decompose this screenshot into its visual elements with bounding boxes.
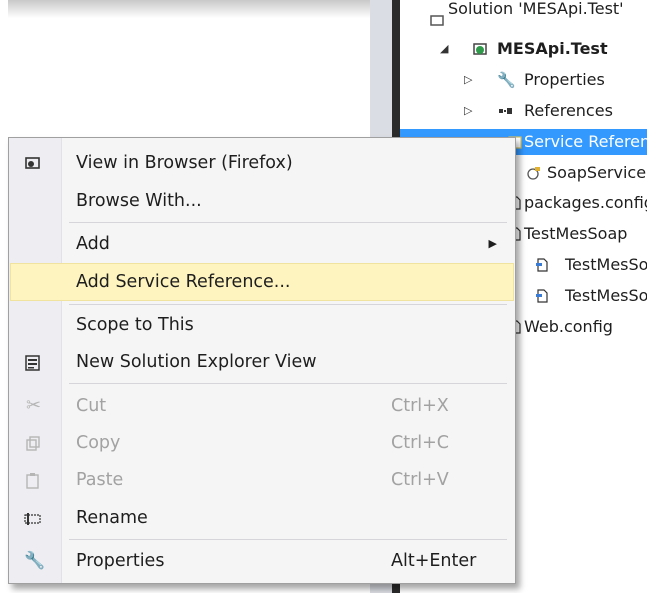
submenu-arrow-icon: ▶: [488, 237, 497, 250]
menu-item-scope-to-this[interactable]: Scope to This: [11, 307, 513, 343]
menu-item-shortcut: Alt+Enter: [391, 551, 477, 571]
menu-item-label: Scope to This: [76, 315, 194, 335]
wrench-icon: 🔧: [497, 71, 516, 89]
menu-item-label: Copy: [76, 433, 121, 453]
soap-service-icon: [527, 167, 540, 180]
tree-item-references[interactable]: ▷ References: [400, 98, 647, 124]
menu-item-shortcut: Ctrl+C: [391, 433, 450, 453]
menu-item-label: Rename: [76, 508, 148, 528]
references-icon: [499, 108, 512, 114]
tree-item-label: Properties: [524, 70, 605, 89]
web-project-icon: [473, 43, 487, 55]
menu-item-paste[interactable]: Paste Ctrl+V: [11, 462, 513, 498]
expand-arrow-icon[interactable]: ▷: [464, 67, 472, 93]
tree-item-label: MESApi.Test: [497, 39, 608, 58]
menu-item-cut[interactable]: ✂ Cut Ctrl+X: [11, 388, 513, 424]
solution-icon: [430, 15, 444, 26]
browser-icon: [25, 157, 40, 169]
menu-item-view-in-browser[interactable]: View in Browser (Firefox): [11, 145, 513, 181]
title-shadow: [8, 0, 370, 18]
paste-icon: [26, 473, 39, 489]
tree-item-label: TestMesSoap: [565, 255, 647, 274]
context-menu: View in Browser (Firefox) Browse With...…: [8, 137, 516, 584]
menu-item-properties[interactable]: 🔧 Properties Alt+Enter: [11, 543, 513, 579]
cs-file-icon: [536, 289, 548, 303]
rename-icon: [24, 513, 41, 525]
cs-file-icon: [536, 258, 548, 272]
menu-separator: [69, 539, 507, 540]
tree-item-label: packages.config: [524, 193, 647, 212]
menu-item-label: New Solution Explorer View: [76, 352, 317, 372]
scissors-icon: ✂: [26, 395, 42, 416]
tree-item-label: Solution 'MESApi.Test': [448, 0, 624, 18]
menu-item-label: Add Service Reference...: [76, 272, 291, 292]
menu-item-copy[interactable]: Copy Ctrl+C: [11, 425, 513, 461]
menu-item-rename[interactable]: Rename: [11, 500, 513, 536]
menu-item-shortcut: Ctrl+X: [391, 396, 449, 416]
tree-item-label: SoapService: [547, 163, 647, 182]
menu-separator: [69, 222, 507, 223]
tree-item-solution[interactable]: Solution 'MESApi.Test': [400, 0, 647, 31]
menu-separator: [69, 383, 507, 384]
tree-item-properties[interactable]: ▷ 🔧 Properties: [400, 67, 647, 93]
new-view-icon: [25, 355, 40, 371]
tree-item-label: Web.config: [524, 317, 613, 336]
menu-item-label: View in Browser (Firefox): [76, 153, 293, 173]
tree-item-label: Service References: [524, 132, 647, 151]
menu-item-shortcut: Ctrl+V: [391, 470, 449, 490]
menu-item-label: Properties: [76, 551, 165, 571]
tree-item-project[interactable]: ◢ MESApi.Test: [400, 36, 647, 62]
tree-item-label: TestMesSoap: [565, 286, 647, 305]
copy-icon: [26, 436, 40, 451]
collapse-arrow-icon[interactable]: ◢: [440, 36, 448, 62]
menu-item-add-service-reference[interactable]: Add Service Reference...: [10, 263, 514, 301]
tree-item-label: References: [524, 101, 613, 120]
menu-item-label: Paste: [76, 470, 124, 490]
menu-item-add[interactable]: Add ▶: [11, 226, 513, 262]
expand-arrow-icon[interactable]: ▷: [464, 98, 472, 124]
tree-item-label: TestMesSoap: [524, 224, 628, 243]
menu-item-label: Cut: [76, 396, 107, 416]
menu-separator: [69, 304, 507, 305]
wrench-icon: 🔧: [24, 551, 46, 571]
menu-item-new-solution-explorer-view[interactable]: New Solution Explorer View: [11, 344, 513, 380]
menu-item-browse-with[interactable]: Browse With...: [11, 183, 513, 219]
menu-item-label: Add: [76, 234, 110, 254]
menu-item-label: Browse With...: [76, 191, 202, 211]
